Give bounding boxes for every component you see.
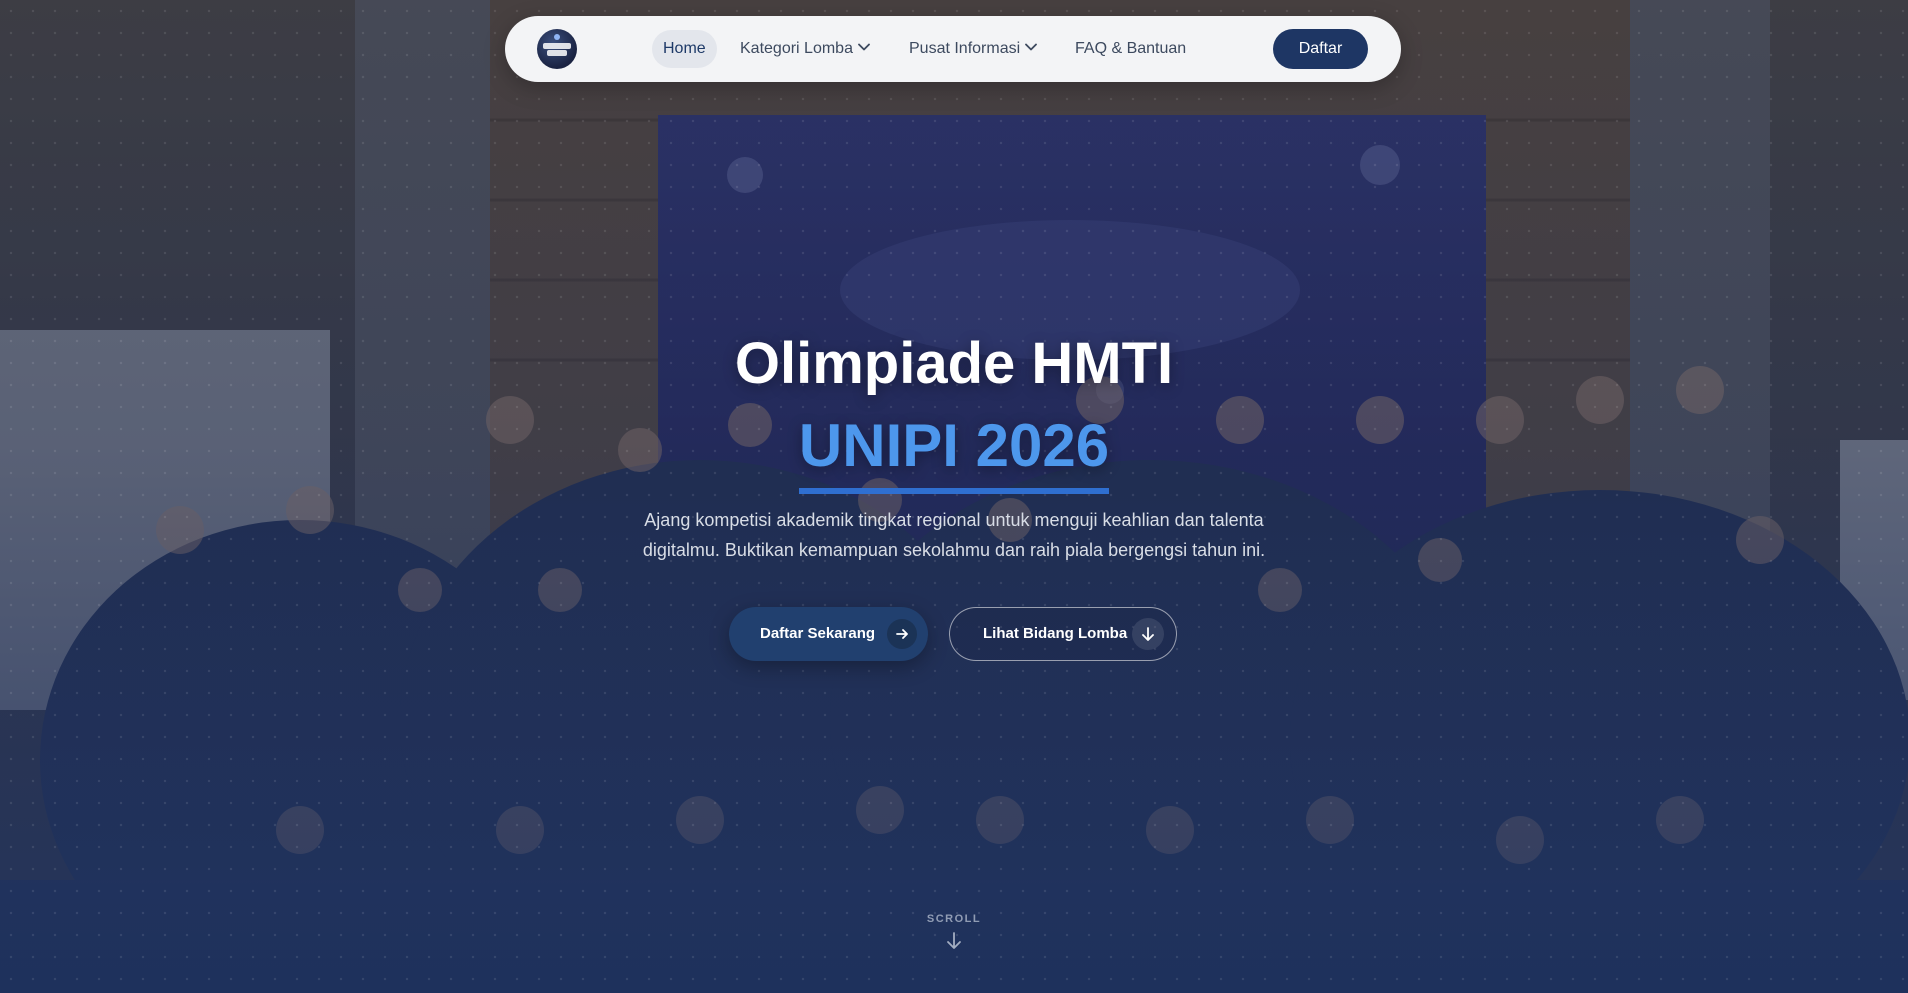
nav-faq-bantuan-label: FAQ & Bantuan [1075, 40, 1187, 57]
arrow-right-icon [887, 619, 917, 649]
nav-pusat-informasi[interactable]: Pusat Informasi [909, 30, 1038, 68]
olimpiade-hmti-logo-icon [543, 34, 571, 56]
nav-home-label: Home [663, 40, 706, 57]
lihat-bidang-lomba-label: Lihat Bidang Lomba [983, 625, 1128, 642]
arrow-down-icon [947, 932, 961, 949]
chevron-down-icon [1025, 43, 1038, 51]
nav-kategori-lomba-label: Kategori Lomba [740, 40, 853, 57]
nav-home[interactable]: Home [652, 30, 717, 68]
nav-kategori-lomba[interactable]: Kategori Lomba [740, 30, 870, 68]
nav-faq-bantuan[interactable]: FAQ & Bantuan [1075, 30, 1186, 68]
scroll-label: SCROLL [926, 913, 982, 925]
chevron-down-icon [858, 43, 870, 51]
arrow-down-icon [1132, 618, 1164, 650]
hero-subtitle: UNIPI 2026 [798, 410, 1110, 494]
hero-subtitle-wrap: UNIPI 2026 [0, 410, 1908, 494]
lihat-bidang-lomba-button[interactable]: Lihat Bidang Lomba [949, 607, 1177, 661]
site-logo[interactable] [537, 29, 577, 69]
daftar-sekarang-label: Daftar Sekarang [760, 625, 876, 642]
hero-section: Olimpiade HMTI UNIPI 2026 Ajang kompetis… [0, 0, 1908, 993]
nav-pusat-informasi-label: Pusat Informasi [909, 40, 1021, 57]
hero-description: Ajang kompetisi akademik tingkat regiona… [642, 510, 1266, 560]
daftar-button[interactable]: Daftar [1273, 29, 1368, 69]
scroll-indicator[interactable]: SCROLL [904, 913, 1004, 951]
top-navbar: Home Kategori Lomba Pusat Informasi FAQ … [505, 16, 1401, 82]
hero-title: Olimpiade HMTI [734, 331, 1174, 396]
daftar-sekarang-button[interactable]: Daftar Sekarang [729, 607, 928, 661]
landing-page: Home Kategori Lomba Pusat Informasi FAQ … [0, 0, 1908, 993]
